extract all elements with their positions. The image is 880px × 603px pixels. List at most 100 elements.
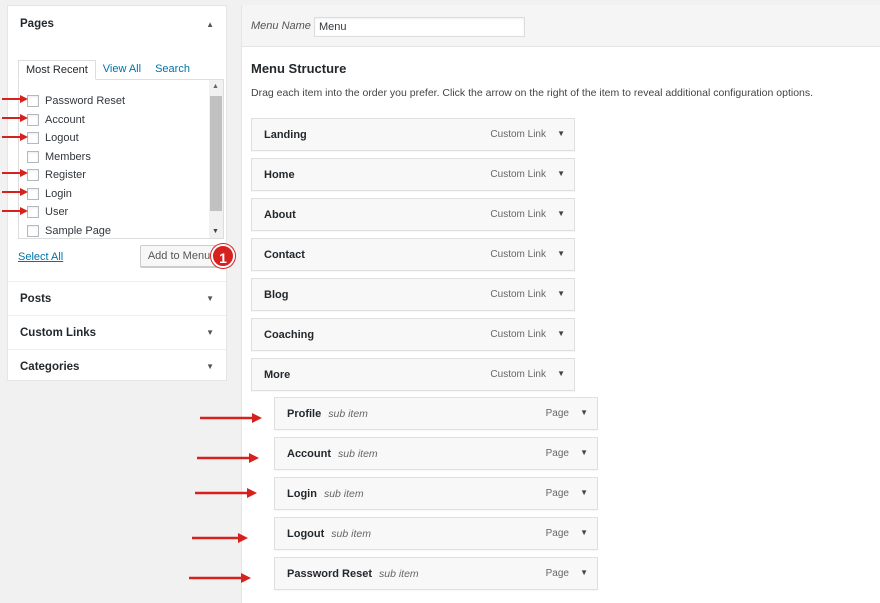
posts-section-title: Posts [20,292,52,305]
menu-sub-item-password-reset[interactable]: Password Reset sub item Page ▼ [274,557,598,590]
page-option-label: Password Reset [45,95,126,107]
page-option-user[interactable]: User [27,205,68,219]
expand-arrow-icon[interactable]: ▼ [580,528,588,537]
annotation-arrow-icon [2,169,28,177]
expand-arrow-icon[interactable]: ▼ [557,209,565,218]
sub-item-label: sub item [331,527,371,540]
scrollbar-thumb[interactable] [210,96,222,211]
step-number-badge: 1 [211,244,235,268]
scroll-down-icon[interactable]: ▼ [212,228,219,235]
page-option-sample-page[interactable]: Sample Page [27,224,111,238]
annotation-arrow-icon [2,188,28,196]
custom-links-section-header[interactable]: Custom Links ▼ [8,315,226,349]
checkbox[interactable] [27,95,39,107]
tab-view-all[interactable]: View All [96,60,148,80]
page-option-register[interactable]: Register [27,168,86,182]
menu-sub-item-account[interactable]: Account sub item Page ▼ [274,437,598,470]
sub-item-label: sub item [378,567,419,580]
categories-section-header[interactable]: Categories ▼ [8,349,226,383]
checkbox[interactable] [27,206,39,218]
menu-item-blog[interactable]: Blog Custom Link ▼ [251,278,575,311]
menu-item-title: Coaching [264,328,315,341]
checkbox[interactable] [27,169,39,181]
expand-arrow-icon[interactable]: ▼ [557,369,565,378]
collapse-arrow-icon[interactable]: ▲ [206,20,214,29]
annotation-arrow-icon [2,133,28,141]
tab-search[interactable]: Search [148,60,197,80]
expand-arrow-icon[interactable]: ▼ [580,448,588,457]
add-menu-items-panel: Pages ▲ Most Recent View All Search Pass… [7,5,235,383]
pages-checklist: Password Reset Account Logout Members Re… [18,79,224,239]
menu-item-type: Custom Link [490,129,546,140]
menu-item-contact[interactable]: Contact Custom Link ▼ [251,238,575,271]
menu-item-type: Custom Link [490,249,546,260]
expand-arrow-icon[interactable]: ▼ [557,249,565,258]
menu-item-type: Custom Link [490,209,546,220]
checkbox[interactable] [27,132,39,144]
page-option-label: Sample Page [45,225,112,237]
expand-arrow-icon[interactable]: ▼ [206,362,214,371]
expand-arrow-icon[interactable]: ▼ [206,294,214,303]
menu-item-title: About [264,208,296,221]
add-to-menu-button[interactable]: Add to Menu [140,245,218,267]
menu-structure-instructions: Drag each item into the order you prefer… [251,87,814,99]
menu-structure-title: Menu Structure [251,61,347,76]
posts-section-header[interactable]: Posts ▼ [8,281,226,315]
menu-item-title: Blog [264,288,289,301]
menu-item-title: Password Reset [287,567,372,580]
menu-structure-panel: Menu Name Menu Structure Drag each item … [241,5,880,603]
annotation-arrow-icon [2,95,28,103]
menu-item-title: Account [287,447,331,460]
expand-arrow-icon[interactable]: ▼ [580,488,588,497]
menu-item-type: Page [545,568,569,579]
pages-tabs: Most Recent View All Search [18,60,197,80]
checklist-scrollbar[interactable]: ▲ ▼ [209,80,223,238]
menu-item-more[interactable]: More Custom Link ▼ [251,358,575,391]
page-option-label: Members [45,151,91,163]
annotation-arrow-icon [192,533,248,543]
menu-item-type: Page [545,448,569,459]
menu-item-title: Profile [287,407,322,420]
expand-arrow-icon[interactable]: ▼ [557,169,565,178]
page-option-login[interactable]: Login [27,187,72,201]
expand-arrow-icon[interactable]: ▼ [580,408,588,417]
expand-arrow-icon[interactable]: ▼ [580,568,588,577]
page-option-password-reset[interactable]: Password Reset [27,94,125,108]
page-option-account[interactable]: Account [27,113,85,127]
menu-item-about[interactable]: About Custom Link ▼ [251,198,575,231]
sub-item-label: sub item [338,447,378,460]
scroll-up-icon[interactable]: ▲ [212,83,219,90]
menu-item-title: More [264,368,291,381]
categories-section-title: Categories [20,360,80,373]
menu-sub-item-logout[interactable]: Logout sub item Page ▼ [274,517,598,550]
expand-arrow-icon[interactable]: ▼ [206,328,214,337]
expand-arrow-icon[interactable]: ▼ [557,329,565,338]
menu-sub-item-profile[interactable]: Profile sub item Page ▼ [274,397,598,430]
annotation-arrow-icon [2,207,28,215]
tab-most-recent[interactable]: Most Recent [18,60,96,80]
sub-item-label: sub item [323,487,364,500]
checkbox[interactable] [27,225,39,237]
pages-section-header[interactable]: Pages ▲ [8,6,226,42]
menu-item-home[interactable]: Home Custom Link ▼ [251,158,575,191]
menu-sub-item-login[interactable]: Login sub item Page ▼ [274,477,598,510]
menu-item-title: Home [264,168,295,181]
menu-item-landing[interactable]: Landing Custom Link ▼ [251,118,575,151]
menu-item-type: Custom Link [490,329,546,340]
menu-item-type: Page [545,408,569,419]
menu-item-title: Landing [264,128,307,141]
menu-item-type: Page [545,528,569,539]
expand-arrow-icon[interactable]: ▼ [557,129,565,138]
collapsed-sections: Posts ▼ Custom Links ▼ Categories ▼ [8,281,226,383]
page-option-logout[interactable]: Logout [27,131,79,145]
select-all-link[interactable]: Select All [18,251,63,263]
checkbox[interactable] [27,151,39,163]
page-option-label: Account [45,114,85,126]
menu-item-coaching[interactable]: Coaching Custom Link ▼ [251,318,575,351]
checkbox[interactable] [27,114,39,126]
page-option-members[interactable]: Members [27,150,91,164]
expand-arrow-icon[interactable]: ▼ [557,289,565,298]
page-option-label: User [45,206,69,218]
checkbox[interactable] [27,188,39,200]
menu-name-input[interactable] [314,17,525,37]
